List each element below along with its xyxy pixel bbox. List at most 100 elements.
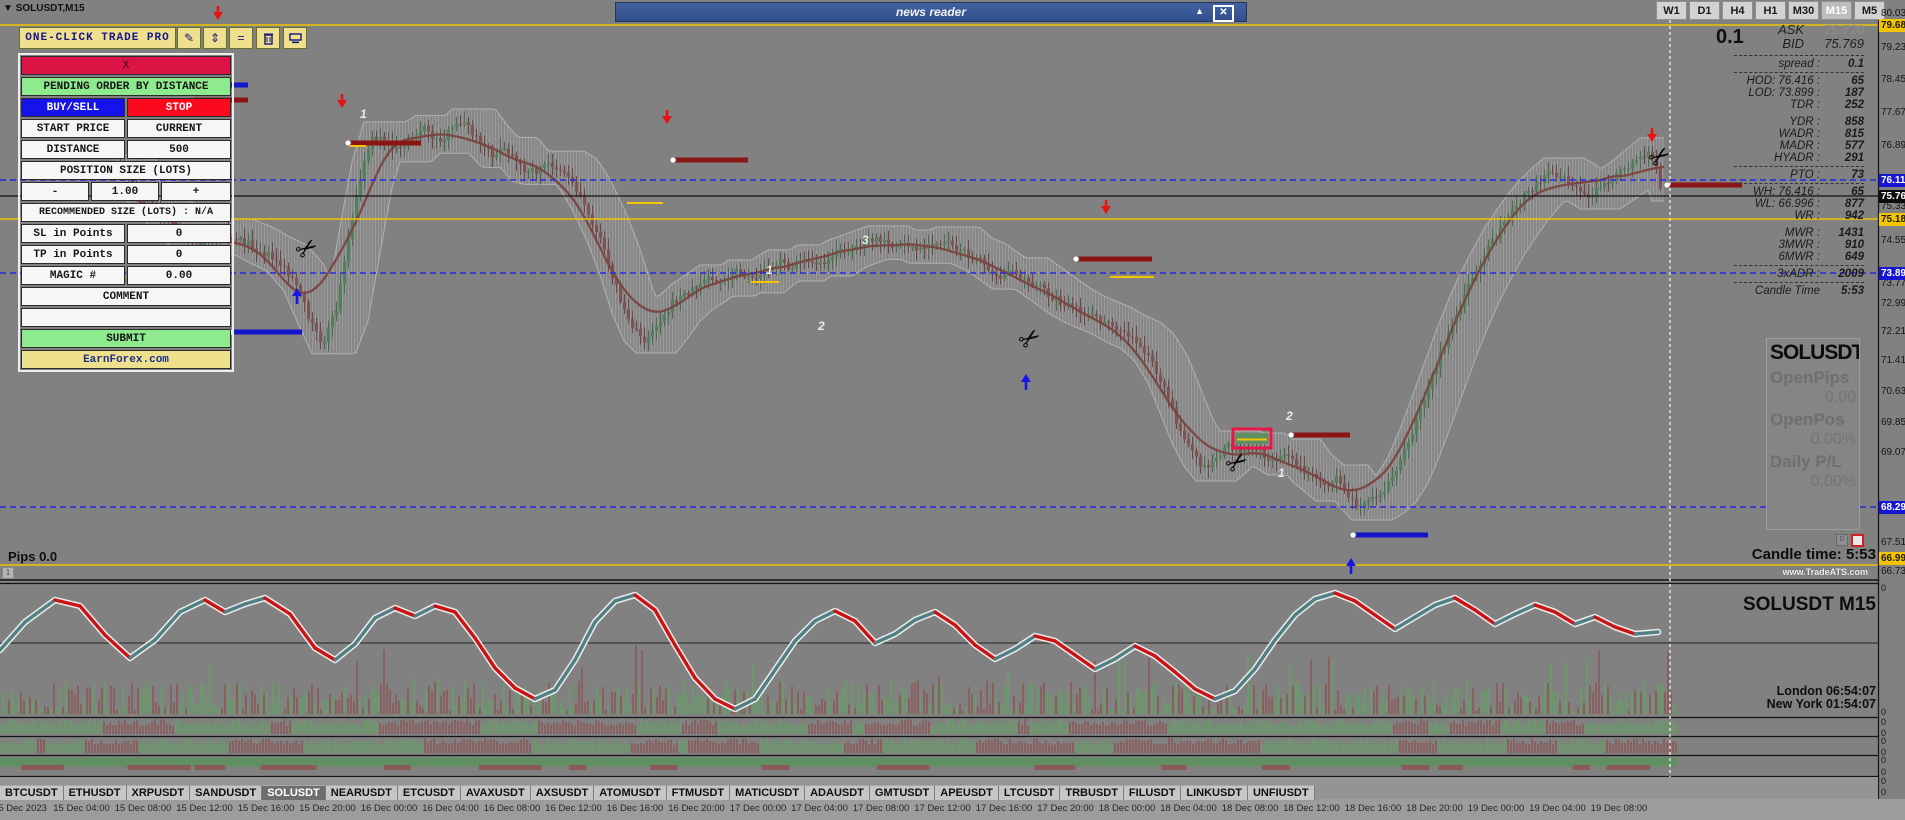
symbol-tab-nearusdt[interactable]: NEARUSDT (325, 785, 398, 800)
stats-value: 252 (1844, 99, 1864, 111)
time-axis-label: 19 Dec 08:00 (1590, 803, 1648, 814)
dailypl-label: Daily P/L (1770, 452, 1842, 471)
collapse-icon[interactable]: ▲ (1195, 6, 1204, 16)
symbol-tab-sandusdt[interactable]: SANDUSDT (190, 785, 263, 800)
price-label: 70.630 (1881, 386, 1905, 397)
pips-counter: Pips 0.0 (8, 549, 58, 564)
stats-value: 942 (1844, 210, 1864, 222)
time-axis-label: 16 Dec 04:00 (422, 803, 479, 814)
symbol-tab-btcusdt[interactable]: BTCUSDT (0, 785, 64, 800)
svg-text:2: 2 (817, 319, 825, 333)
magic-input[interactable]: 0.00 (127, 266, 231, 285)
stop-button[interactable]: STOP (127, 98, 231, 117)
timeframe-button-m30[interactable]: M30 (1788, 1, 1819, 20)
stats-value: 649 (1844, 251, 1864, 263)
chart-symbol-label: ▼ SOLUSDT,M15 (3, 3, 85, 14)
symbol-tab-gmtusdt[interactable]: GMTUSDT (869, 785, 936, 800)
price-label: 80.030 (1881, 8, 1905, 19)
symbol-tab-etcusdt[interactable]: ETCUSDT (397, 785, 461, 800)
time-axis-label: 18 Dec 00:00 (1098, 803, 1156, 814)
trade-panel-title[interactable]: ONE-CLICK TRADE PRO (19, 27, 176, 49)
price-label: 76.890 (1881, 140, 1905, 151)
timeframe-button-m15[interactable]: M15 (1821, 1, 1852, 20)
timeframe-button-h1[interactable]: H1 (1755, 1, 1786, 20)
sl-input[interactable]: 0 (127, 224, 231, 243)
submit-button[interactable]: SUBMIT (21, 329, 231, 348)
timeframe-button-w1[interactable]: W1 (1656, 1, 1687, 20)
stats-value: 187 (1844, 87, 1864, 99)
price-label: 79.230 (1881, 42, 1905, 53)
symbol-tab-filusdt[interactable]: FILUSDT (1123, 785, 1182, 800)
watermark-symbol: SOLUSDT (1770, 341, 1860, 364)
time-axis-label: 17 Dec 16:00 (975, 803, 1033, 814)
tp-input[interactable]: 0 (127, 245, 231, 264)
symbol-tab-ftmusdt[interactable]: FTMUSDT (666, 785, 731, 800)
news-reader-title: news reader (895, 5, 967, 19)
time-axis-label: 17 Dec 20:00 (1037, 803, 1094, 814)
symbol-tab-xrpusdt[interactable]: XRPUSDT (126, 785, 191, 800)
stats-value: 65 (1851, 186, 1864, 198)
close-icon[interactable]: ✕ (1213, 5, 1234, 22)
stats-row: YDR : 858 (1688, 116, 1864, 128)
stats-row: 3xADR : 2009 (1688, 268, 1864, 280)
one-click-trade-panel: X PENDING ORDER BY DISTANCE BUY/SELL STO… (18, 53, 234, 372)
stats-row: MWR : 1431 (1688, 227, 1864, 239)
price-tag-yellow: 75.188 (1879, 212, 1905, 226)
symbol-tab-maticusdt[interactable]: MATICUSDT (730, 785, 806, 800)
symbol-tab-solusdt[interactable]: SOLUSDT (262, 785, 326, 800)
time-axis-label: 17 Dec 00:00 (729, 803, 787, 814)
size-minus-button[interactable]: - (21, 182, 89, 201)
svg-text:1: 1 (1278, 466, 1285, 480)
time-axis-label: 16 Dec 16:00 (606, 803, 664, 814)
start-price-value[interactable]: CURRENT (127, 119, 231, 138)
ask-value: 75.770 (1824, 22, 1864, 37)
keyboard-icon[interactable] (283, 27, 307, 49)
openpips-label: OpenPips (1770, 368, 1850, 387)
buy-sell-button[interactable]: BUY/SELL (21, 98, 125, 117)
symbol-tab-ltcusdt[interactable]: LTCUSDT (998, 785, 1061, 800)
price-tag-black: 75.769 (1879, 189, 1905, 203)
comment-input[interactable] (21, 308, 231, 327)
start-price-label: START PRICE (21, 119, 125, 138)
brand-link[interactable]: EarnForex.com (21, 350, 231, 369)
symbol-tab-apeusdt[interactable]: APEUSDT (935, 785, 999, 800)
size-plus-button[interactable]: + (161, 182, 231, 201)
distance-input[interactable]: 500 (127, 140, 231, 159)
order-mode-button[interactable]: PENDING ORDER BY DISTANCE (21, 77, 231, 96)
updown-arrows-icon[interactable]: ⇕ (203, 27, 227, 49)
symbol-dropdown-icon[interactable]: ▼ (3, 3, 13, 14)
symbol-tab-unfiusdt[interactable]: UNFIUSDT (1247, 785, 1315, 800)
symbol-tab-trbusdt[interactable]: TRBUSDT (1060, 785, 1124, 800)
stats-value: 291 (1844, 152, 1864, 164)
price-label: 72.990 (1881, 298, 1905, 309)
spread-point-value: 0.1 (1716, 26, 1744, 48)
circle-icon[interactable]: D (1836, 534, 1848, 546)
size-input[interactable]: 1.00 (91, 182, 159, 201)
stats-value: 815 (1844, 128, 1864, 140)
indicator-zero-label: 0 (1881, 736, 1887, 746)
symbol-tab-ethusdt[interactable]: ETHUSDT (63, 785, 127, 800)
equals-icon[interactable]: = (229, 27, 253, 49)
chart-canvas[interactable]: ✂✂✂✂112321 (0, 0, 1905, 820)
position-size-label: POSITION SIZE (LOTS) (21, 161, 231, 180)
price-label: 74.550 (1881, 235, 1905, 246)
volume-bars (2, 645, 1678, 714)
stats-row: Candle Time 5:53 (1688, 285, 1864, 297)
symbol-tab-linkusdt[interactable]: LINKUSDT (1181, 785, 1248, 800)
timeframe-button-h4[interactable]: H4 (1722, 1, 1753, 20)
panel-close-button[interactable]: X (21, 56, 231, 75)
symbol-tab-bar: BTCUSDT ETHUSDT XRPUSDT SANDUSDT SOLUSDT NEAR… (0, 785, 1315, 800)
timeframe-button-d1[interactable]: D1 (1689, 1, 1720, 20)
time-axis-label: 19 Dec 04:00 (1529, 803, 1586, 814)
symbol-tab-atomusdt[interactable]: ATOMUSDT (594, 785, 667, 800)
symbol-tab-adausdt[interactable]: ADAUSDT (805, 785, 870, 800)
stats-row: WH: 76.416 : 65 (1688, 186, 1864, 198)
pencil-icon[interactable]: ✎ (177, 27, 201, 49)
trash-icon[interactable] (256, 27, 280, 49)
stats-label: MWR : (1784, 227, 1820, 239)
symbol-tab-axsusdt[interactable]: AXSUSDT (530, 785, 595, 800)
stats-label: WH: 76.416 : (1752, 186, 1820, 198)
symbol-tab-avaxusdt[interactable]: AVAXUSDT (460, 785, 531, 800)
stats-row: MADR : 577 (1688, 140, 1864, 152)
price-label: 73.770 (1881, 278, 1905, 289)
